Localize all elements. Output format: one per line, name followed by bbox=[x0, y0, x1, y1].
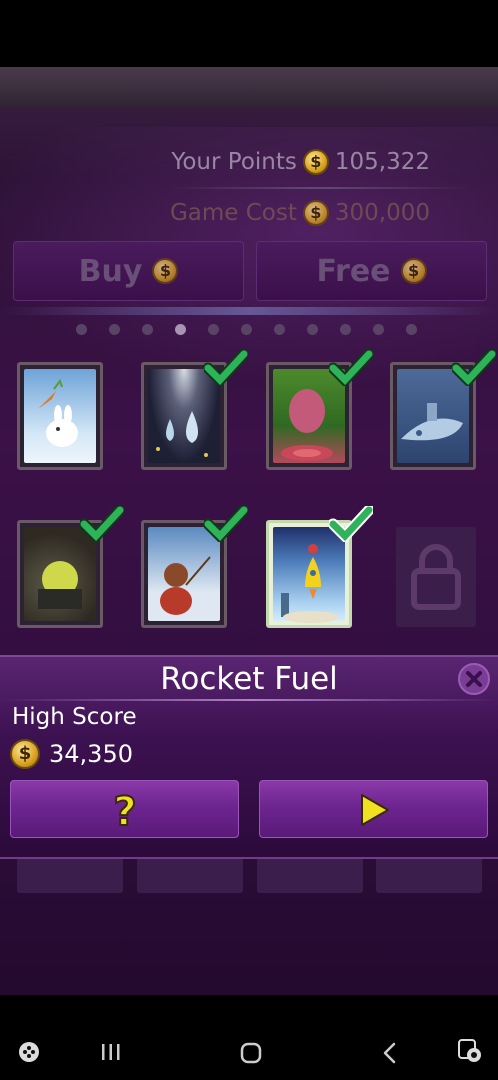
back-icon[interactable] bbox=[380, 1041, 400, 1065]
page-dot[interactable] bbox=[241, 324, 252, 335]
your-points-label: Your Points bbox=[171, 149, 297, 175]
light-streak bbox=[0, 307, 498, 315]
your-points-value: 105,322 bbox=[334, 149, 430, 175]
bottom-tile-4[interactable] bbox=[376, 855, 482, 893]
your-points-row: Your Points $ 105,322 bbox=[171, 149, 430, 175]
locked-game-tile[interactable] bbox=[396, 527, 476, 627]
recent-apps-icon[interactable] bbox=[100, 1042, 122, 1062]
free-button[interactable]: Free $ bbox=[256, 241, 487, 301]
page-dot[interactable] bbox=[109, 324, 120, 335]
buy-label: Buy bbox=[78, 253, 143, 289]
game-booster-icon[interactable] bbox=[457, 1038, 483, 1064]
close-button[interactable] bbox=[458, 663, 490, 695]
check-icon bbox=[329, 350, 373, 386]
game-tools-icon[interactable] bbox=[17, 1040, 41, 1064]
bottom-tile-3[interactable] bbox=[257, 855, 363, 893]
check-icon bbox=[204, 350, 248, 386]
play-button[interactable] bbox=[259, 780, 488, 838]
coin-icon: $ bbox=[302, 149, 329, 175]
game-cost-value: 300,000 bbox=[334, 200, 430, 226]
page-dot[interactable] bbox=[307, 324, 318, 335]
rabbit-carrot-icon bbox=[24, 369, 96, 463]
dialog-title: Rocket Fuel bbox=[160, 661, 338, 697]
game-tile-rabbit[interactable] bbox=[17, 362, 103, 470]
game-cost-label: Game Cost bbox=[169, 200, 297, 226]
bottom-tile-1[interactable] bbox=[17, 855, 123, 893]
high-score-label: High Score bbox=[12, 704, 137, 730]
page-dot[interactable] bbox=[406, 324, 417, 335]
high-score-value: 34,350 bbox=[49, 740, 133, 768]
coin-icon: $ bbox=[302, 200, 329, 226]
coin-icon: $ bbox=[10, 739, 40, 769]
check-icon bbox=[204, 506, 248, 542]
close-icon bbox=[466, 671, 482, 687]
divider bbox=[0, 699, 498, 701]
game-cost-row: Game Cost $ 300,000 bbox=[170, 200, 430, 226]
page-dot[interactable] bbox=[340, 324, 351, 335]
page-dot[interactable] bbox=[76, 324, 87, 335]
home-icon[interactable] bbox=[239, 1041, 263, 1065]
question-mark-icon: ? bbox=[112, 788, 137, 836]
page-dot[interactable] bbox=[274, 324, 285, 335]
check-icon bbox=[452, 350, 496, 386]
lock-icon bbox=[411, 544, 461, 610]
divider bbox=[170, 187, 470, 189]
svg-text:?: ? bbox=[113, 789, 136, 835]
buy-button[interactable]: Buy $ bbox=[13, 241, 244, 301]
bottom-tile-2[interactable] bbox=[137, 855, 243, 893]
check-icon bbox=[80, 506, 124, 542]
page-dot[interactable] bbox=[142, 324, 153, 335]
top-band bbox=[0, 67, 498, 107]
coin-icon: $ bbox=[400, 258, 427, 284]
play-icon bbox=[361, 794, 389, 826]
page-dot[interactable] bbox=[175, 324, 186, 335]
page-dot[interactable] bbox=[208, 324, 219, 335]
page-dot[interactable] bbox=[373, 324, 384, 335]
help-button[interactable]: ? bbox=[10, 780, 239, 838]
check-icon bbox=[329, 506, 373, 542]
page-indicator bbox=[76, 324, 417, 335]
free-label: Free bbox=[316, 253, 391, 289]
coin-icon: $ bbox=[152, 258, 179, 284]
